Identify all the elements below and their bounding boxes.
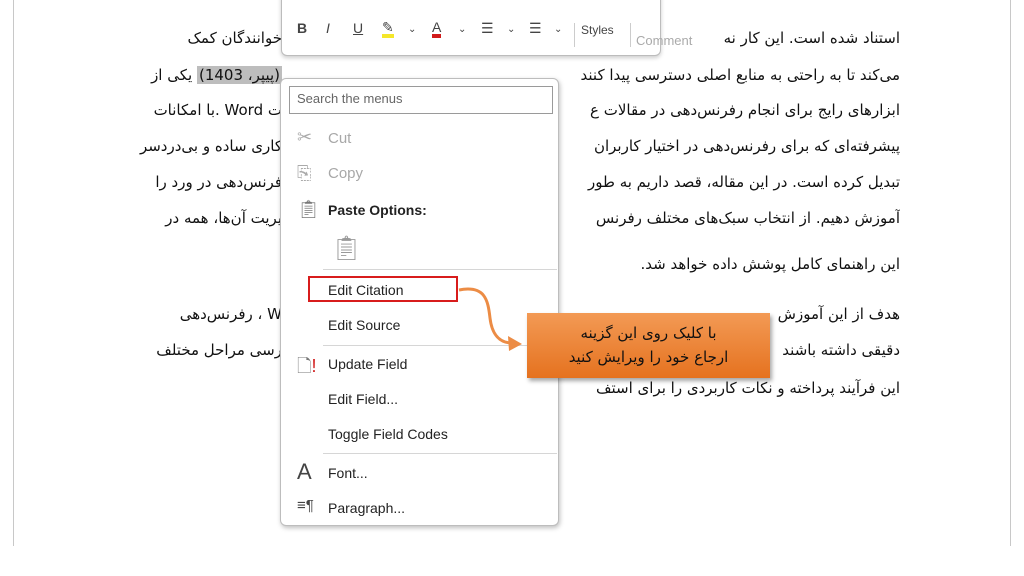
menu-item-edit-source[interactable]: Edit Source — [328, 317, 400, 333]
text-line: تبدیل کرده است. در این مقاله، قصد داریم … — [588, 173, 900, 191]
update-field-icon: 🗋! — [297, 356, 317, 376]
text-line: کاری ساده و بی‌دردسر — [139, 137, 282, 155]
styles-button[interactable]: Styles — [581, 23, 614, 37]
menu-paste-options-label: Paste Options: — [328, 202, 427, 218]
text-line: پیشرفته‌ای که برای رفرنس‌دهی در اختیار ک… — [593, 137, 900, 155]
paste-keep-text-icon[interactable]: 📋︎ — [331, 234, 361, 263]
clipboard-icon: 📋︎ — [297, 199, 320, 219]
text-line: (پیپر، 1403) یکی از — [130, 63, 282, 87]
separator — [323, 269, 557, 270]
scissors-icon: ✂ — [297, 127, 313, 147]
callout-line: ارجاع خود را ویرایش کنید — [568, 348, 729, 366]
text-line: ت Word .با امکانات — [153, 101, 282, 119]
separator — [323, 345, 557, 346]
divider — [630, 23, 631, 47]
bullets-icon[interactable]: ☰ — [481, 20, 494, 37]
text-line: می‌کند تا به راحتی به منابع اصلی دسترسی … — [580, 66, 900, 84]
text-line: یریت آن‌ها، همه در — [165, 209, 282, 227]
comment-button[interactable]: Comment — [636, 33, 692, 48]
menu-item-update-field[interactable]: Update Field — [328, 356, 407, 372]
page-edge-right — [1010, 0, 1011, 546]
search-menus-input[interactable]: Search the menus — [289, 86, 553, 114]
separator — [323, 453, 557, 454]
highlight-icon[interactable]: ✎ — [382, 20, 394, 38]
menu-item-font[interactable]: Font... — [328, 465, 368, 481]
text-line: این راهنمای کامل پوشش داده خواهد شد. — [640, 255, 901, 273]
menu-item-copy[interactable]: Copy — [328, 165, 363, 182]
menu-item-edit-field[interactable]: Edit Field... — [328, 391, 398, 407]
text-line: ابزارهای رایج برای انجام رفرنس‌دهی در مق… — [590, 101, 900, 119]
text-line: رسی مراحل مختلف — [156, 341, 282, 359]
chevron-down-icon[interactable]: ⌄ — [458, 24, 466, 35]
citation-text[interactable]: (پیپر، 1403) — [196, 66, 282, 84]
chevron-down-icon[interactable]: ⌄ — [554, 24, 562, 35]
chevron-down-icon[interactable]: ⌄ — [408, 24, 416, 35]
menu-item-toggle-field-codes[interactable]: Toggle Field Codes — [328, 426, 448, 442]
paragraph-icon: ≡¶ — [297, 497, 314, 514]
menu-item-cut[interactable]: Cut — [328, 130, 351, 147]
callout-line: با کلیک روی این گزینه — [580, 324, 717, 342]
copy-icon: ⎘ — [297, 163, 312, 183]
mini-toolbar: B I U ✎ ⌄ A ⌄ ☰ ⌄ ☰ ⌄ Styles Comment — [281, 0, 692, 56]
annotation-callout: با کلیک روی این گزینه ارجاع خود را ویرای… — [527, 313, 770, 378]
font-icon: A — [297, 459, 312, 484]
numbering-icon[interactable]: ☰ — [529, 20, 542, 37]
page-edge-left — [13, 0, 14, 546]
text-line: فرنس‌دهی در ورد را — [155, 173, 282, 191]
text-line: خوانندگان کمک — [187, 29, 283, 47]
context-menu: Search the menus ✂ Cut ⎘ Copy 📋︎ Paste O… — [280, 78, 559, 526]
font-color-icon[interactable]: A — [432, 20, 442, 38]
chevron-down-icon[interactable]: ⌄ — [507, 24, 515, 35]
divider — [574, 23, 575, 47]
text-line: W ، رفرنس‌دهی — [179, 305, 282, 323]
italic-button[interactable]: I — [326, 20, 330, 36]
highlight-box — [308, 276, 458, 302]
text-line: آموزش دهیم. از انتخاب سبک‌های مختلف رفرن… — [595, 209, 900, 227]
menu-item-paragraph[interactable]: Paragraph... — [328, 500, 405, 516]
text-line: این فرآیند پرداخته و نکات کاربردی را برا… — [595, 379, 900, 397]
underline-button[interactable]: U — [353, 20, 363, 36]
bold-button[interactable]: B — [297, 20, 307, 36]
text: یکی از — [151, 66, 193, 84]
